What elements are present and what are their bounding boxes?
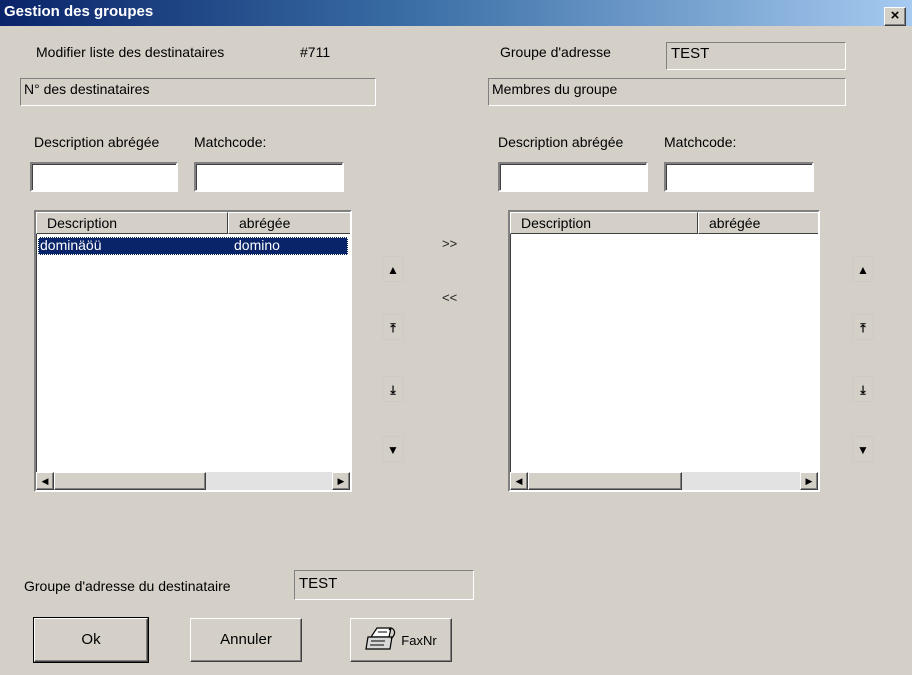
- scroll-track[interactable]: [682, 472, 800, 490]
- left-move-up-button[interactable]: ▲: [382, 256, 404, 282]
- group-members-list-hscrollbar[interactable]: ◀ ▶: [510, 472, 818, 490]
- recipient-group-value: TEST: [294, 570, 474, 600]
- arrow-up-icon: ▲: [857, 263, 869, 277]
- right-move-top-button[interactable]: ⤒: [852, 314, 874, 340]
- scroll-right-button[interactable]: ▶: [800, 472, 818, 490]
- list-item-description: dominäöü: [40, 237, 102, 253]
- left-move-top-button[interactable]: ⤒: [382, 314, 404, 340]
- recipients-list-header: Description abrégée: [36, 212, 350, 234]
- group-members-field: Membres du groupe: [488, 78, 846, 106]
- arrow-bottom-icon: ⤓: [390, 383, 396, 397]
- scroll-right-button[interactable]: ▶: [332, 472, 350, 490]
- right-move-bottom-button[interactable]: ⤓: [852, 376, 874, 402]
- scroll-right-icon: ▶: [805, 476, 813, 486]
- remove-from-group-button[interactable]: <<: [442, 290, 457, 305]
- add-to-group-button[interactable]: >>: [442, 236, 457, 251]
- scroll-left-icon: ◀: [515, 476, 523, 486]
- fax-number-button[interactable]: FaxNr: [350, 618, 452, 662]
- recipient-number-field: N° des destinataires: [20, 78, 376, 106]
- column-short[interactable]: abrégée: [698, 212, 818, 234]
- list-number: #711: [300, 44, 331, 60]
- group-members-list[interactable]: Description abrégée ◀ ▶: [508, 210, 820, 492]
- left-short-desc-input[interactable]: [30, 162, 178, 192]
- right-matchcode-input[interactable]: [664, 162, 814, 192]
- left-move-down-button[interactable]: ▼: [382, 436, 404, 462]
- recipients-list-hscrollbar[interactable]: ◀ ▶: [36, 472, 350, 490]
- list-item[interactable]: dominäöü domino: [38, 237, 348, 255]
- right-move-up-button[interactable]: ▲: [852, 256, 874, 282]
- arrow-down-icon: ▼: [387, 443, 399, 457]
- left-short-desc-label: Description abrégée: [34, 134, 160, 150]
- column-short[interactable]: abrégée: [228, 212, 350, 234]
- close-icon: ×: [890, 7, 900, 24]
- cancel-button[interactable]: Annuler: [190, 618, 302, 662]
- fax-button-label: FaxNr: [401, 632, 437, 648]
- left-matchcode-input[interactable]: [194, 162, 344, 192]
- group-members-list-header: Description abrégée: [510, 212, 818, 234]
- scroll-thumb[interactable]: [528, 472, 682, 490]
- window-title: Gestion des groupes: [4, 3, 154, 20]
- list-item-short: domino: [234, 237, 280, 253]
- column-description[interactable]: Description: [36, 212, 228, 234]
- arrow-up-icon: ▲: [387, 263, 399, 277]
- scroll-left-icon: ◀: [41, 476, 49, 486]
- right-short-desc-label: Description abrégée: [498, 134, 624, 150]
- right-short-desc-input[interactable]: [498, 162, 648, 192]
- fax-icon: [365, 623, 399, 657]
- left-matchcode-label: Matchcode:: [194, 134, 267, 150]
- arrow-top-icon: ⤒: [860, 321, 866, 335]
- close-button[interactable]: ×: [884, 7, 906, 26]
- right-matchcode-label: Matchcode:: [664, 134, 737, 150]
- address-group-value: TEST: [666, 42, 846, 70]
- scroll-left-button[interactable]: ◀: [36, 472, 54, 490]
- arrow-down-icon: ▼: [857, 443, 869, 457]
- ok-button[interactable]: Ok: [33, 617, 149, 663]
- right-move-down-button[interactable]: ▼: [852, 436, 874, 462]
- recipient-group-label: Groupe d'adresse du destinataire: [24, 578, 231, 594]
- scroll-thumb[interactable]: [54, 472, 206, 490]
- scroll-right-icon: ▶: [337, 476, 345, 486]
- left-move-bottom-button[interactable]: ⤓: [382, 376, 404, 402]
- scroll-left-button[interactable]: ◀: [510, 472, 528, 490]
- modify-recipient-list-label: Modifier liste des destinataires: [36, 44, 225, 60]
- recipients-list[interactable]: Description abrégée dominäöü domino ◀ ▶: [34, 210, 352, 492]
- scroll-track[interactable]: [206, 472, 332, 490]
- address-group-label: Groupe d'adresse: [500, 44, 611, 60]
- arrow-bottom-icon: ⤓: [860, 383, 866, 397]
- arrow-top-icon: ⤒: [390, 321, 396, 335]
- column-description[interactable]: Description: [510, 212, 698, 234]
